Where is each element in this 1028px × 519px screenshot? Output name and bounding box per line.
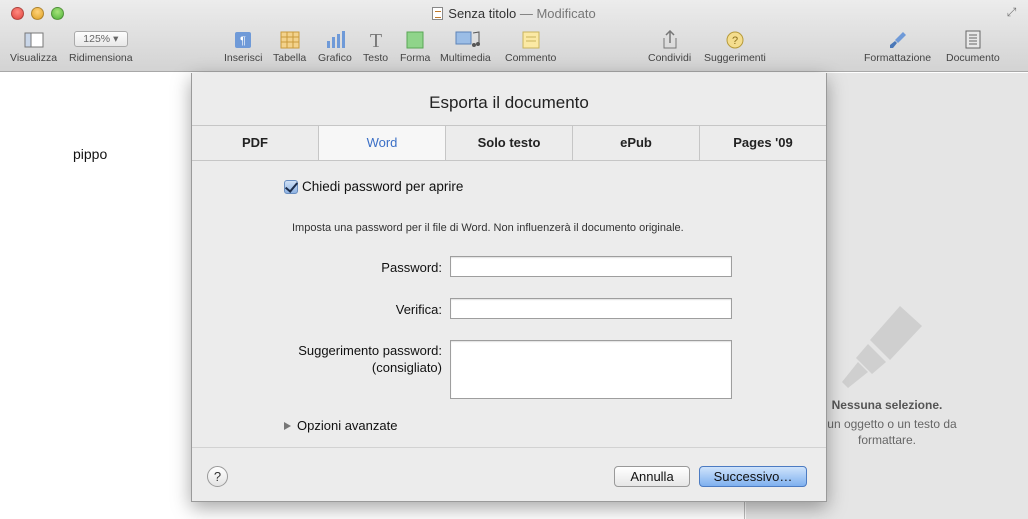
hint-field[interactable] xyxy=(450,340,732,399)
comment-label: Commento xyxy=(505,52,557,64)
paintbrush-icon xyxy=(842,306,922,388)
format-label: Formattazione xyxy=(864,52,932,64)
require-password-label: Chiedi password per aprire xyxy=(302,179,464,194)
help-button[interactable]: ? xyxy=(207,466,228,487)
insert-button[interactable]: ¶ Inserisci xyxy=(224,30,263,64)
tab-plain-text[interactable]: Solo testo xyxy=(446,126,573,160)
shape-button[interactable]: Forma xyxy=(400,30,430,64)
tab-epub[interactable]: ePub xyxy=(573,126,700,160)
next-button[interactable]: Successivo… xyxy=(699,466,807,487)
zoom-value: 125% xyxy=(83,33,111,45)
window-subtitle: Modificato xyxy=(536,6,596,21)
media-icon xyxy=(455,30,481,49)
share-icon xyxy=(660,29,680,49)
password-info-text: Imposta una password per il file di Word… xyxy=(292,222,684,234)
chevron-down-icon: ▾ xyxy=(113,33,119,45)
hint-label-line2: (consigliato) xyxy=(371,360,442,375)
tab-pages-09[interactable]: Pages '09 xyxy=(700,126,826,160)
tab-pdf[interactable]: PDF xyxy=(192,126,319,160)
verify-label: Verifica: xyxy=(395,302,442,317)
chart-button[interactable]: Grafico xyxy=(318,30,352,64)
insert-label: Inserisci xyxy=(224,52,263,64)
svg-text:?: ? xyxy=(732,35,738,47)
text-icon: T xyxy=(366,30,386,52)
document-button[interactable]: Documento xyxy=(946,30,1000,64)
chart-icon xyxy=(325,30,345,49)
cancel-button[interactable]: Annulla xyxy=(614,466,690,487)
advanced-options-disclosure[interactable]: Opzioni avanzate xyxy=(284,418,397,433)
question-icon: ? xyxy=(725,30,745,49)
view-button[interactable]: Visualizza xyxy=(10,30,57,64)
tab-word[interactable]: Word xyxy=(319,126,446,160)
tips-label: Suggerimenti xyxy=(704,52,766,64)
view-icon xyxy=(24,30,44,49)
svg-text:¶: ¶ xyxy=(240,35,246,47)
document-body-text[interactable]: pippo xyxy=(73,146,107,162)
password-label: Password: xyxy=(381,260,442,275)
format-button[interactable]: Formattazione xyxy=(864,30,931,64)
table-button[interactable]: Tabella xyxy=(273,30,306,64)
window-title-text: Senza titolo xyxy=(448,6,517,21)
table-label: Tabella xyxy=(273,52,307,64)
table-icon xyxy=(280,30,300,49)
disclosure-triangle-icon[interactable] xyxy=(284,421,291,430)
fullscreen-icon[interactable]: ⤢ xyxy=(1005,6,1018,19)
share-button[interactable]: Condividi xyxy=(648,29,692,64)
svg-text:T: T xyxy=(369,30,381,49)
footer-divider xyxy=(192,447,826,448)
document-label: Documento xyxy=(946,52,1000,64)
dialog-title: Esporta il documento xyxy=(429,93,589,112)
window-title-separator: — xyxy=(519,6,533,21)
media-button[interactable]: Multimedia xyxy=(440,30,491,64)
share-label: Condividi xyxy=(648,52,692,64)
paragraph-icon: ¶ xyxy=(233,30,253,49)
window-title: Senza titolo — Modificato xyxy=(0,6,1028,21)
format-tabbar: PDF Word Solo testo ePub Pages '09 xyxy=(192,125,826,161)
document-icon xyxy=(963,30,983,49)
chart-label: Grafico xyxy=(318,52,352,64)
comment-button[interactable]: Commento xyxy=(505,30,556,64)
tips-button[interactable]: ? Suggerimenti xyxy=(704,30,766,64)
window-toolbar: Senza titolo — Modificato ⤢ Visualizza 1… xyxy=(0,0,1028,72)
comment-icon xyxy=(521,30,541,49)
zoom-control[interactable]: 125% ▾ Ridimensiona xyxy=(69,30,133,64)
shape-icon xyxy=(405,30,425,49)
require-password-checkbox[interactable] xyxy=(284,179,298,194)
view-label: Visualizza xyxy=(10,52,58,64)
verify-field[interactable] xyxy=(450,298,732,319)
shape-label: Forma xyxy=(400,52,431,64)
document-icon xyxy=(432,7,444,20)
zoom-label: Ridimensiona xyxy=(69,52,133,64)
hint-label: Suggerimento password: (consigliato) xyxy=(192,342,442,376)
hint-label-line1: Suggerimento password: xyxy=(298,343,442,358)
media-label: Multimedia xyxy=(440,52,491,64)
zoom-dropdown[interactable]: 125% ▾ xyxy=(73,31,128,47)
text-button[interactable]: T Testo xyxy=(363,30,388,64)
advanced-options-label: Opzioni avanzate xyxy=(297,418,398,433)
text-label: Testo xyxy=(363,52,389,64)
require-password-option[interactable]: Chiedi password per aprire xyxy=(284,179,463,194)
export-dialog: Esporta il documento PDF Word Solo testo… xyxy=(191,73,827,502)
password-field[interactable] xyxy=(450,256,732,277)
paintbrush-icon xyxy=(888,30,908,49)
